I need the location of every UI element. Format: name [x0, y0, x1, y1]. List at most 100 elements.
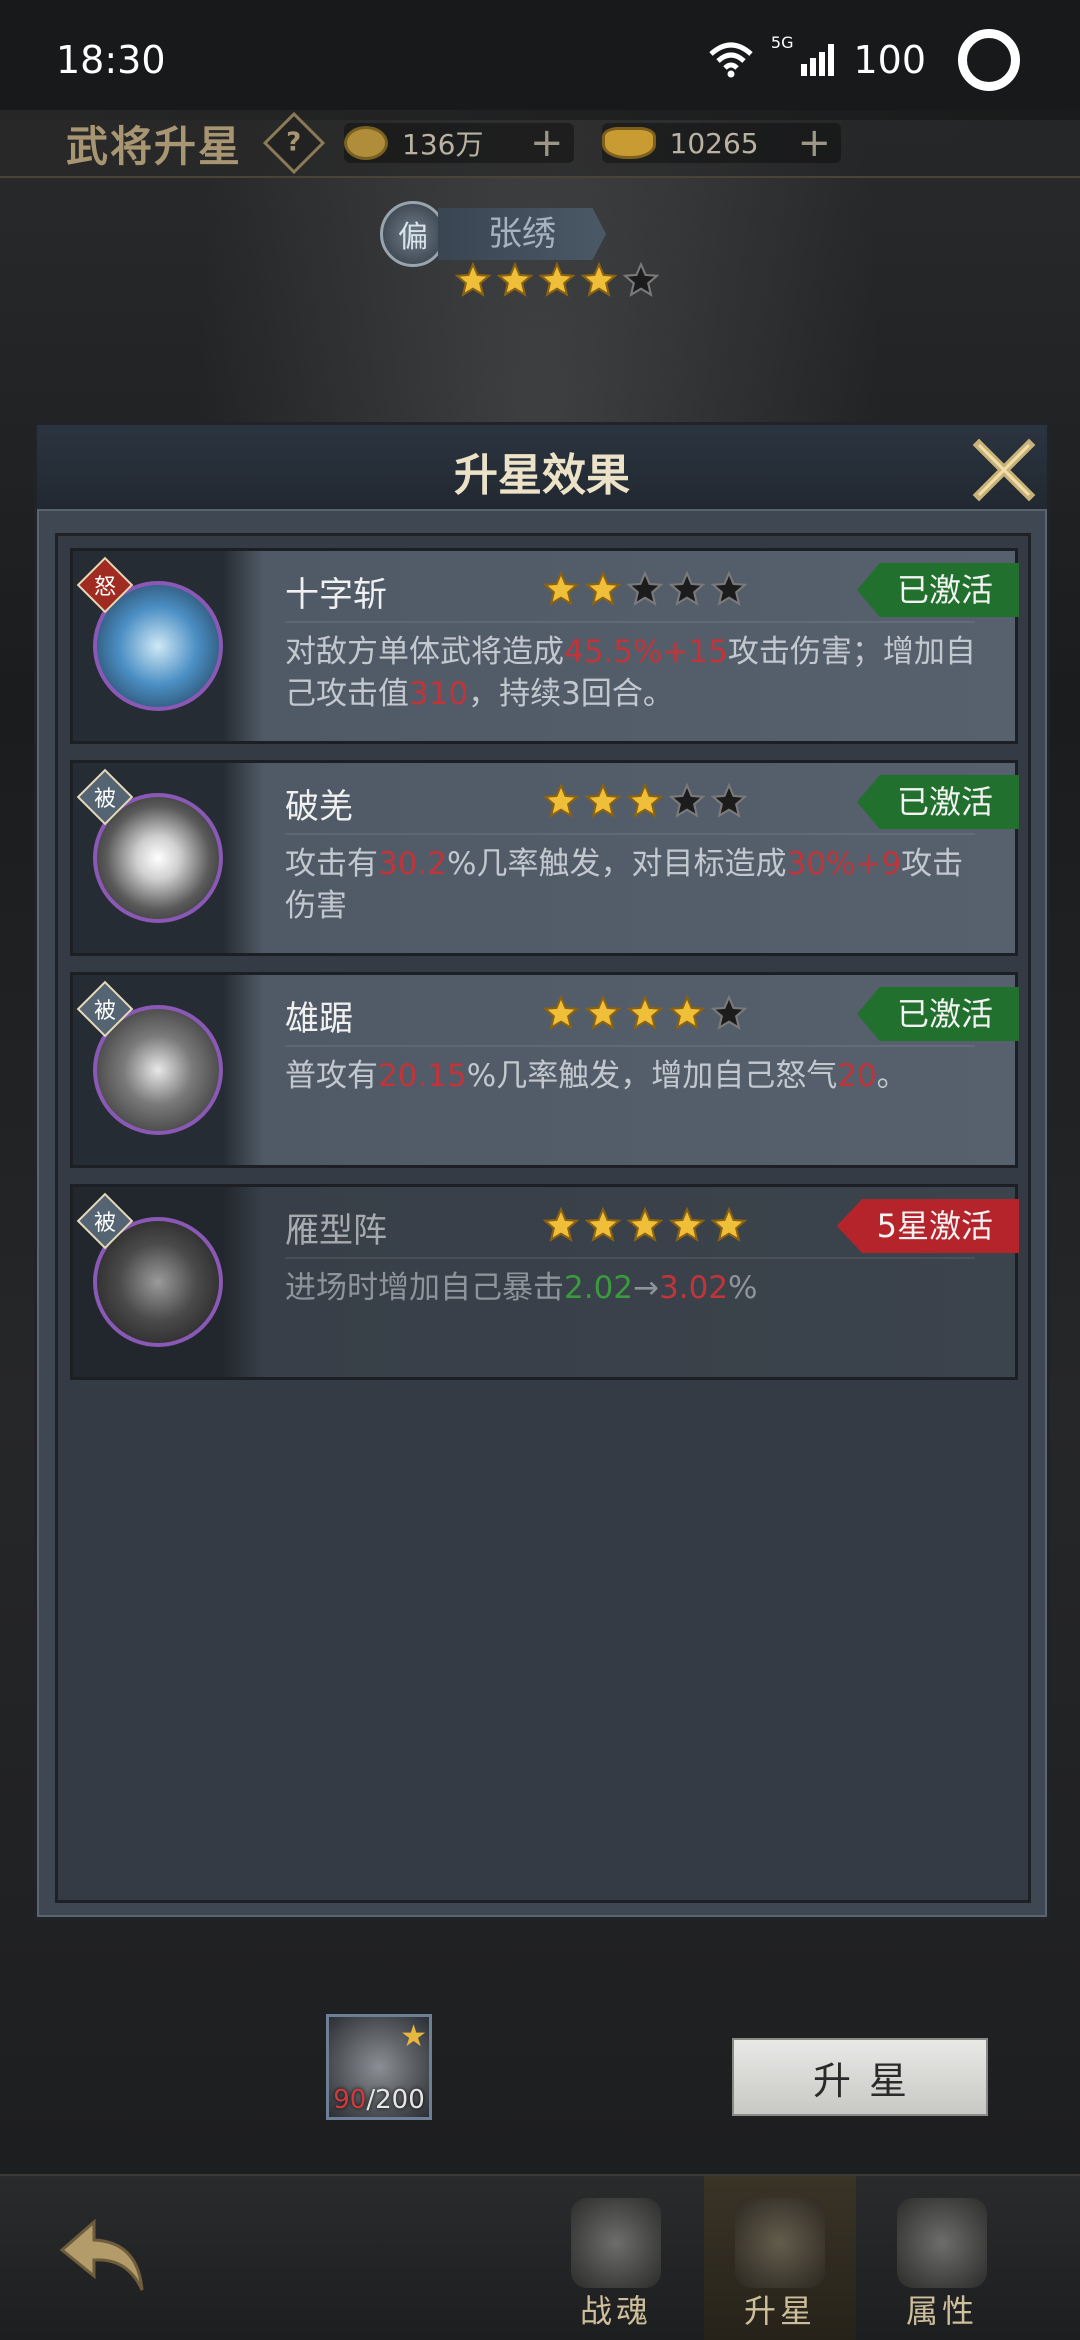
skill-description: 普攻有20.15%几率触发，增加自己怒气20。: [285, 1055, 985, 1097]
highlighted-value: 2.02: [564, 1270, 634, 1306]
star-filled-icon: [627, 783, 663, 818]
divider: [285, 1045, 975, 1047]
add-ingots-button[interactable]: +: [798, 123, 832, 163]
battery-level: 100: [853, 38, 926, 82]
skill-type-label: 被: [93, 998, 117, 1024]
divider: [285, 621, 975, 623]
star-filled-icon: [455, 262, 491, 297]
star-filled-icon: [669, 1207, 705, 1242]
close-icon[interactable]: [969, 435, 1039, 505]
skill-type-label: 被: [93, 1210, 117, 1236]
star-filled-icon: [581, 262, 617, 297]
highlighted-value: 20: [837, 1058, 877, 1094]
star-filled-icon: [627, 995, 663, 1030]
battery-ring-icon: [958, 29, 1020, 91]
skill-description: 对敌方单体武将造成45.5%+15攻击伤害；增加自己攻击值310，持续3回合。: [285, 631, 985, 715]
star-filled-icon: [543, 995, 579, 1030]
activation-status-badge: 已激活: [856, 563, 1019, 617]
highlighted-value: 310: [409, 676, 469, 712]
highlighted-value: 20.15: [378, 1058, 467, 1094]
status-indicators: 5G 100: [709, 29, 1020, 91]
star-filled-icon: [585, 1207, 621, 1242]
battle-soul-icon: [571, 2198, 661, 2288]
ingot-display: 10265 +: [601, 123, 842, 163]
star-filled-icon: [543, 571, 579, 606]
star-badge-icon: ★: [400, 2019, 427, 2054]
description-text: %几率触发，增加自己怒气: [466, 1058, 838, 1094]
signal-icon: [801, 44, 835, 76]
star-filled-icon: [543, 1207, 579, 1242]
ingot-value: 10265: [669, 126, 759, 160]
star-filled-icon: [585, 995, 621, 1030]
add-coins-button[interactable]: +: [530, 123, 564, 163]
skill-name: 十字斩: [285, 575, 387, 615]
tab-label: 战魂: [579, 2292, 652, 2330]
hero-name: 张绣: [438, 208, 606, 260]
star-filled-icon: [669, 995, 705, 1030]
star-filled-icon: [627, 1207, 663, 1242]
status-bar: 18:30 5G 100: [0, 0, 1080, 120]
skill-row: 怒 十字斩对敌方单体武将造成45.5%+15攻击伤害；增加自己攻击值310，持续3…: [70, 548, 1019, 744]
description-text: 对敌方单体武将造成: [285, 634, 564, 670]
skill-description: 进场时增加自己暴击2.02→3.02%: [285, 1267, 985, 1309]
network-label: 5G: [770, 33, 794, 52]
modal-title: 升星效果: [454, 450, 630, 501]
star-filled-icon: [539, 262, 575, 297]
description-text: 普攻有: [285, 1058, 378, 1094]
tab-upgrade-star[interactable]: 升星: [704, 2176, 856, 2340]
modal-header: 升星效果: [37, 425, 1047, 511]
skill-row: 被 破羌 攻击有30.2%几率触发，对目标造成30%+9攻击伤害 已激活: [70, 760, 1019, 956]
fragment-total: /200: [366, 2085, 425, 2115]
fragment-current: 90: [333, 2085, 367, 2115]
skill-name: 破羌: [285, 787, 353, 827]
fragment-count: 90/200: [329, 2085, 429, 2115]
activation-status-badge: 已激活: [856, 775, 1019, 829]
skill-type-label: 被: [93, 786, 117, 812]
hero-class-badge: 偏: [380, 201, 446, 267]
tab-label: 属性: [905, 2292, 978, 2330]
star-empty-icon: [669, 783, 705, 818]
star-effect-modal: 升星效果 怒 十字斩对敌方单体武将造成45.5%+15攻击伤害；增加自己攻击值31…: [34, 422, 1050, 1920]
top-header: 武将升星 ? 136万 + 10265 +: [0, 110, 1080, 178]
description-text: %: [728, 1270, 758, 1306]
star-filled-icon: [497, 262, 533, 297]
skill-name: 雄踞: [285, 999, 353, 1039]
star-filled-icon: [585, 571, 621, 606]
activation-status-badge: 5星激活: [836, 1199, 1019, 1253]
skill-row: 被 雁型阵 进场时增加自己暴击2.02→3.02% 5星激活: [70, 1184, 1019, 1380]
help-button[interactable]: ?: [262, 111, 326, 175]
star-filled-icon: [543, 783, 579, 818]
skill-star-requirement: [543, 995, 747, 1031]
highlighted-value: 30.2: [378, 846, 448, 882]
hero-fragment-card[interactable]: ★ 90/200: [326, 2014, 432, 2120]
activation-status-badge: 已激活: [856, 987, 1019, 1041]
tab-attributes[interactable]: 属性: [866, 2176, 1018, 2340]
description-text: 。: [876, 1058, 908, 1094]
tab-battle-soul[interactable]: 战魂: [540, 2176, 692, 2340]
skill-type-label: 怒: [93, 574, 117, 600]
star-empty-icon: [623, 262, 659, 297]
tab-label: 升星: [743, 2292, 816, 2330]
hero-nameplate: 偏 张绣: [380, 200, 700, 268]
star-empty-icon: [711, 571, 747, 606]
page-title: 武将升星: [66, 121, 243, 171]
upgrade-star-button[interactable]: 升星: [732, 2038, 988, 2116]
coin-value: 136万: [402, 128, 484, 161]
help-icon: ?: [286, 128, 302, 158]
skill-row: 被 雄踞普攻有20.15%几率触发，增加自己怒气20。 已激活: [70, 972, 1019, 1168]
divider: [285, 1257, 975, 1259]
skill-list[interactable]: 怒 十字斩对敌方单体武将造成45.5%+15攻击伤害；增加自己攻击值310，持续3…: [55, 533, 1031, 1903]
highlighted-value: 45.5%+15: [564, 634, 728, 670]
hero-star-rating: [455, 262, 659, 298]
coin-icon: [344, 126, 389, 160]
star-filled-icon: [711, 1207, 747, 1242]
star-empty-icon: [711, 783, 747, 818]
description-text: ，持续3回合。: [468, 676, 674, 712]
status-time: 18:30: [56, 38, 166, 82]
description-text: →: [633, 1270, 660, 1306]
description-text: %几率触发，对目标造成: [447, 846, 787, 882]
coin-display: 136万 +: [344, 123, 574, 163]
bottom-nav-bar: 战魂 升星 属性: [0, 2174, 1080, 2340]
back-arrow-icon[interactable]: [54, 2216, 154, 2296]
star-empty-icon: [627, 571, 663, 606]
